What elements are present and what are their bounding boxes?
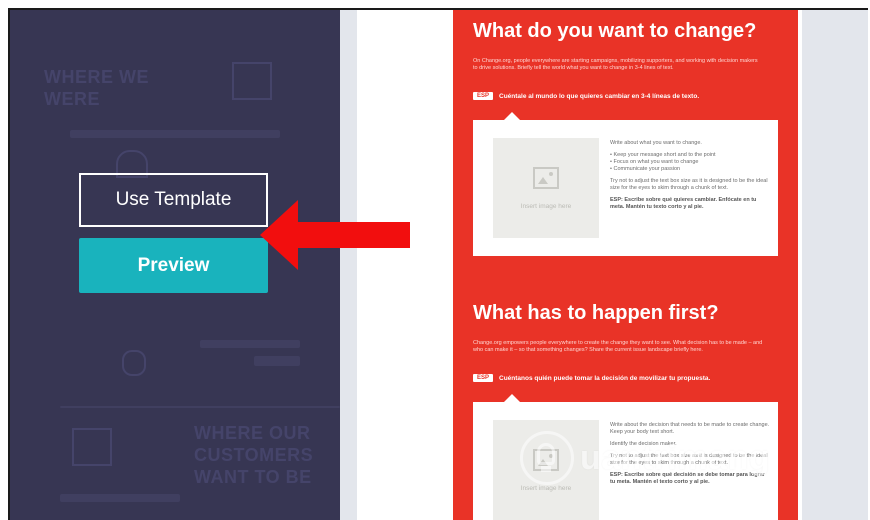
card-lead: Write about what you want to change. <box>610 140 702 146</box>
section1-esp-text: Cuéntale al mundo lo que quieres cambiar… <box>499 92 700 100</box>
esp-tag: ESP <box>473 92 494 100</box>
card-esp: ESP: Escribe sobre qué quieres cambiar. … <box>610 197 757 210</box>
ghost-line <box>70 130 280 138</box>
section1-esp-row: ESP Cuéntale al mundo lo que quieres cam… <box>473 92 699 100</box>
ghost-heading-bottom: WHERE OUR CUSTOMERS WANT TO BE <box>194 423 314 487</box>
ghost-image-icon <box>72 428 112 466</box>
card-bullets: Keep your message short and to the point… <box>610 152 770 173</box>
lightbulb-logo-icon <box>520 431 574 485</box>
ghost-image-icon <box>232 62 272 100</box>
image-placeholder[interactable]: Insert image here <box>493 138 599 238</box>
section2-esp-row: ESP Cuéntanos quién puede tomar la decis… <box>473 374 710 382</box>
section1-intro: On Change.org, people everywhere are sta… <box>473 58 758 71</box>
annotation-arrow <box>260 200 410 270</box>
preview-button[interactable]: Preview <box>79 238 268 293</box>
card-notch <box>503 394 521 403</box>
ghost-line <box>254 356 300 366</box>
bullet-item: Keep your message short and to the point <box>610 152 770 159</box>
screenshot-frame: WHERE WE WERE WHERE OUR CUSTOMERS WANT T… <box>8 8 868 520</box>
esp-tag: ESP <box>473 374 494 382</box>
use-template-button[interactable]: Use Template <box>79 173 268 227</box>
section1-card-text: Write about what you want to change. Kee… <box>610 140 770 216</box>
card-note: Try not to adjust the text box size as i… <box>610 178 768 191</box>
bullet-item: Focus on what you want to change <box>610 159 770 166</box>
section1-title: What do you want to change? <box>473 20 757 42</box>
ghost-line <box>60 494 180 502</box>
ghost-line <box>200 340 300 348</box>
card-notch <box>503 112 521 121</box>
bullet-item: Communicate your passion <box>610 166 770 173</box>
watermark-text: uantrimang <box>580 438 771 477</box>
watermark: uantrimang <box>520 428 850 488</box>
section1-card: Insert image here Write about what you w… <box>473 112 778 256</box>
ghost-divider <box>60 406 340 408</box>
image-caption: Insert image here <box>520 202 572 210</box>
ghost-heading-top: WHERE WE WERE <box>44 67 149 109</box>
section2-esp-text: Cuéntanos quién puede tomar la decisión … <box>499 374 711 382</box>
section2-intro: Change.org empowers people everywhere to… <box>473 340 763 353</box>
section2-title: What has to happen first? <box>473 302 719 324</box>
ghost-bulb-icon <box>122 350 146 376</box>
image-icon <box>533 166 559 189</box>
arrow-shape <box>260 200 410 270</box>
